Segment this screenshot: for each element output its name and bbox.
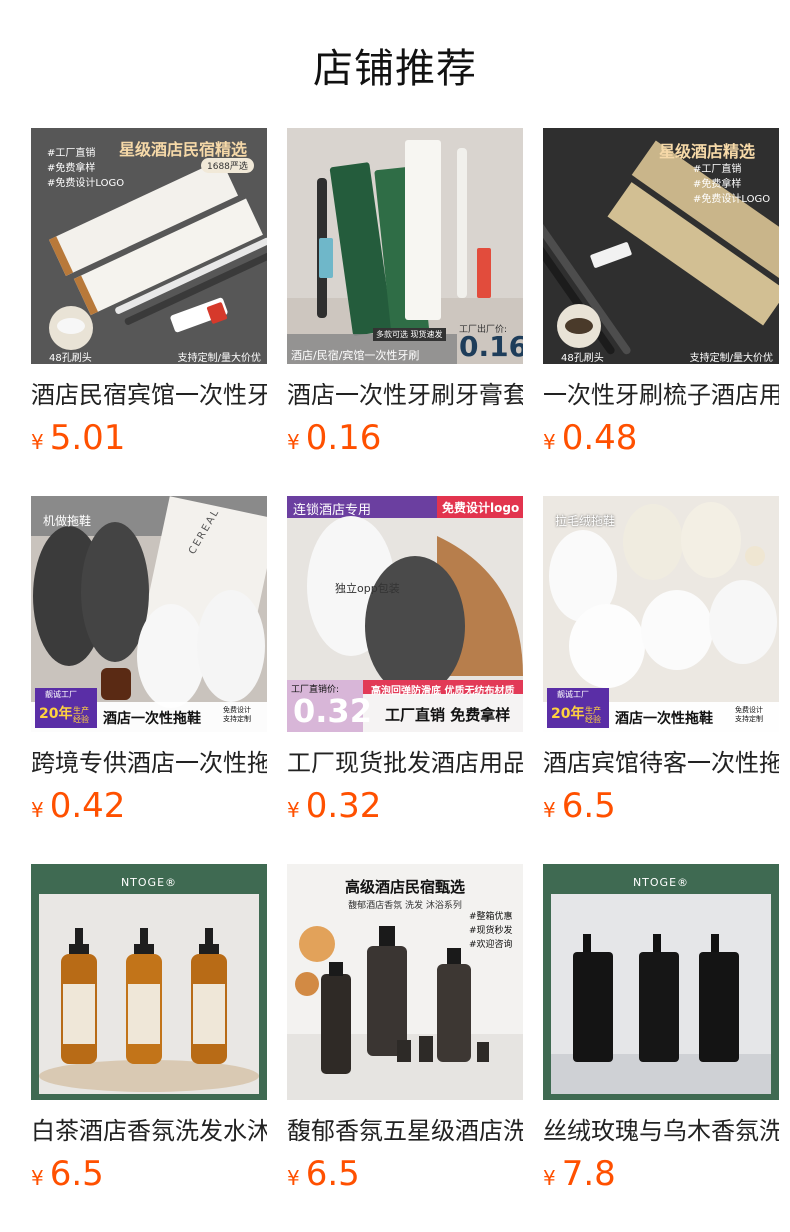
currency-symbol: ¥ <box>31 430 44 454</box>
product-name[interactable]: 酒店民宿宾馆一次性牙刷 <box>31 378 267 412</box>
product-name[interactable]: 酒店宾馆待客一次性拖鞋 <box>543 746 779 780</box>
product-price: ¥ 0.48 <box>543 418 779 458</box>
years-note: 生产经验 <box>585 706 601 724</box>
product-image[interactable]: 星级酒店精选 #工厂直销 #免费拿样 #免费设计LOGO 48孔刷头 支持定制/… <box>543 128 779 364</box>
price-value: 5.01 <box>49 418 126 458</box>
currency-symbol: ¥ <box>543 798 556 822</box>
product-card[interactable]: 连锁酒店专用 免费设计logo 独立opp包装 工厂直销价: 0.32 高泡回弹… <box>287 496 523 864</box>
product-image[interactable]: 多款可选 现货速发 工厂出厂价: 0.16 酒店/民宿/宾馆一次性牙刷 <box>287 128 523 364</box>
product-image[interactable]: NTOGE® <box>31 864 267 1100</box>
banner-right: 免费设计logo <box>442 501 520 515</box>
product-card[interactable]: 拉毛绒拖鞋 靓诚工厂 20年 生产经验 酒店一次性拖鞋 免费设计 支持定制 酒店… <box>543 496 779 864</box>
product-card[interactable]: NTOGE® 丝绒玫瑰与乌木香氛洗护 ¥ 7.8 <box>543 864 779 1232</box>
price-value: 6.5 <box>49 1154 104 1194</box>
years-label: 20年 <box>551 706 585 722</box>
product-name[interactable]: 馥郁香氛五星级酒店洗发水 <box>287 1114 523 1148</box>
tag-list: #工厂直销 #免费拿样 #免费设计LOGO <box>47 148 125 189</box>
product-card[interactable]: 机做拖鞋 CEREAL 靓诚工厂 20年 生产经验 酒店一次性拖鞋 免费设计 支… <box>31 496 267 864</box>
price-big: 0.16 <box>459 330 523 363</box>
product-image[interactable]: 连锁酒店专用 免费设计logo 独立opp包装 工厂直销价: 0.32 高泡回弹… <box>287 496 523 732</box>
footer-right: 支持定制/量大价优 <box>689 353 773 364</box>
product-card[interactable]: 星级酒店精选 #工厂直销 #免费拿样 #免费设计LOGO 48孔刷头 支持定制/… <box>543 128 779 496</box>
product-price: ¥ 6.5 <box>287 1154 523 1194</box>
footer-right: 免费设计 支持定制 <box>735 706 763 723</box>
product-name[interactable]: 酒店一次性牙刷牙膏套装 <box>287 378 523 412</box>
currency-symbol: ¥ <box>31 798 44 822</box>
tag-list: #整箱优惠 #现货秒发 #欢迎咨询 <box>469 912 513 950</box>
currency-symbol: ¥ <box>287 430 300 454</box>
factory-label: 靓诚工厂 <box>557 690 589 699</box>
product-name[interactable]: 工厂现货批发酒店用品拖鞋 <box>287 746 523 780</box>
price-value: 0.16 <box>305 418 382 458</box>
currency-symbol: ¥ <box>287 798 300 822</box>
footer-right: 免费设计 支持定制 <box>223 706 251 723</box>
page-title: 店铺推荐 <box>313 46 477 92</box>
price-value: 6.5 <box>561 786 616 826</box>
price-value: 0.48 <box>561 418 638 458</box>
product-card[interactable]: 多款可选 现货速发 工厂出厂价: 0.16 酒店/民宿/宾馆一次性牙刷 酒店一次… <box>287 128 523 496</box>
banner-text: 星级酒店精选 <box>659 142 756 161</box>
price-value: 7.8 <box>561 1154 616 1194</box>
product-name[interactable]: 跨境专供酒店一次性拖鞋 <box>31 746 267 780</box>
banner-left: 连锁酒店专用 <box>293 503 372 518</box>
footer-right: 工厂直销 免费拿样 <box>385 706 511 724</box>
footer-right: 支持定制/量大价优 <box>177 353 261 364</box>
product-price: ¥ 7.8 <box>543 1154 779 1194</box>
product-card[interactable]: 高级酒店民宿甄选 馥郁酒店香氛 洗发 沐浴系列 #整箱优惠 #现货秒发 #欢迎咨… <box>287 864 523 1232</box>
tag-list: #工厂直销 #免费拿样 #免费设计LOGO <box>693 164 771 205</box>
product-image[interactable]: 拉毛绒拖鞋 靓诚工厂 20年 生产经验 酒店一次性拖鞋 免费设计 支持定制 <box>543 496 779 732</box>
banner-text: 多款可选 现货速发 <box>373 328 446 341</box>
product-name[interactable]: 白茶酒店香氛洗发水沐浴露 <box>31 1114 267 1148</box>
product-card[interactable]: 星级酒店民宿精选 #工厂直销 #免费拿样 #免费设计LOGO 1688严选 48… <box>31 128 267 496</box>
factory-label: 靓诚工厂 <box>45 690 77 699</box>
banner-text: 星级酒店民宿精选 <box>119 140 248 159</box>
currency-symbol: ¥ <box>543 430 556 454</box>
footer-left: 48孔刷头 <box>561 353 604 364</box>
promo-strip: 高泡回弹防滑底 优质无纺布材质 <box>371 686 515 697</box>
product-grid: 星级酒店民宿精选 #工厂直销 #免费拿样 #免费设计LOGO 1688严选 48… <box>31 128 779 1232</box>
years-label: 20年 <box>39 706 73 722</box>
currency-symbol: ¥ <box>543 1166 556 1190</box>
footer-left: 酒店/民宿/宾馆一次性牙刷 <box>291 349 420 362</box>
price-value: 6.5 <box>305 1154 360 1194</box>
product-image[interactable]: 高级酒店民宿甄选 馥郁酒店香氛 洗发 沐浴系列 #整箱优惠 #现货秒发 #欢迎咨… <box>287 864 523 1100</box>
product-price: ¥ 0.16 <box>287 418 523 458</box>
product-image[interactable]: NTOGE® <box>543 864 779 1100</box>
product-price: ¥ 6.5 <box>31 1154 267 1194</box>
product-name[interactable]: 一次性牙刷梳子酒店用品 <box>543 378 779 412</box>
years-note: 生产经验 <box>73 706 89 724</box>
badge: 1688严选 <box>201 158 254 173</box>
center-text: 独立opp包装 <box>335 582 400 595</box>
product-card[interactable]: NTOGE® 白茶酒店香氛洗发水沐浴露 ¥ 6.5 <box>31 864 267 1232</box>
product-price: ¥ 5.01 <box>31 418 267 458</box>
brand-label: NTOGE® <box>632 876 690 889</box>
footer-left: 48孔刷头 <box>49 353 92 364</box>
product-image[interactable]: 星级酒店民宿精选 #工厂直销 #免费拿样 #免费设计LOGO 1688严选 48… <box>31 128 267 364</box>
product-name[interactable]: 丝绒玫瑰与乌木香氛洗护 <box>543 1114 779 1148</box>
currency-symbol: ¥ <box>31 1166 44 1190</box>
product-image[interactable]: 机做拖鞋 CEREAL 靓诚工厂 20年 生产经验 酒店一次性拖鞋 免费设计 支… <box>31 496 267 732</box>
brand-label: NTOGE® <box>120 876 178 889</box>
price-value: 0.32 <box>305 786 382 826</box>
product-price: ¥ 6.5 <box>543 786 779 826</box>
banner-text: 拉毛绒拖鞋 <box>555 514 616 528</box>
banner-text: 高级酒店民宿甄选 <box>344 878 465 896</box>
footer-left: 酒店一次性拖鞋 <box>103 711 201 727</box>
price-big: 0.32 <box>293 692 372 730</box>
banner-text: 机做拖鞋 <box>43 514 92 528</box>
price-value: 0.42 <box>49 786 126 826</box>
product-price: ¥ 0.32 <box>287 786 523 826</box>
product-price: ¥ 0.42 <box>31 786 267 826</box>
footer-left: 酒店一次性拖鞋 <box>615 711 713 727</box>
currency-symbol: ¥ <box>287 1166 300 1190</box>
